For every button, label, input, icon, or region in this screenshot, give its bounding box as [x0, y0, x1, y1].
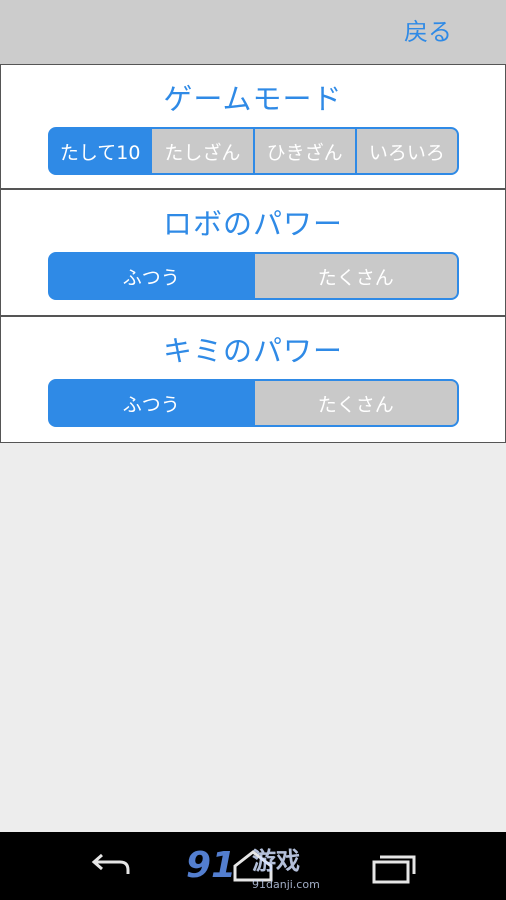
- player-power-option-lots[interactable]: たくさん: [252, 381, 457, 425]
- recent-apps-icon[interactable]: [366, 844, 422, 888]
- player-power-selector: ふつう たくさん: [48, 379, 459, 427]
- game-mode-option-iroiro[interactable]: いろいろ: [354, 129, 457, 173]
- player-power-panel: キミのパワー ふつう たくさん: [0, 316, 506, 443]
- back-button[interactable]: 戻る: [404, 14, 452, 50]
- game-mode-option-tashite10[interactable]: たして10: [50, 129, 151, 173]
- robot-power-selector: ふつう たくさん: [48, 252, 459, 300]
- game-mode-option-tashizan[interactable]: たしざん: [150, 129, 253, 173]
- player-power-title: キミのパワー: [162, 334, 343, 368]
- game-mode-option-hikizan[interactable]: ひきざん: [252, 129, 355, 173]
- robot-power-panel: ロボのパワー ふつう たくさん: [0, 189, 506, 316]
- system-navigation-bar: [0, 832, 506, 900]
- robot-power-option-normal[interactable]: ふつう: [50, 254, 253, 298]
- game-mode-panel: ゲームモード たして10 たしざん ひきざん いろいろ: [0, 64, 506, 189]
- player-power-option-normal[interactable]: ふつう: [50, 381, 253, 425]
- home-icon[interactable]: [225, 844, 281, 888]
- robot-power-title: ロボのパワー: [162, 207, 343, 241]
- top-bar: 戻る: [0, 0, 506, 64]
- game-mode-selector: たして10 たしざん ひきざん いろいろ: [48, 127, 459, 175]
- back-icon[interactable]: [84, 844, 140, 888]
- game-mode-title: ゲームモード: [163, 82, 343, 116]
- robot-power-option-lots[interactable]: たくさん: [252, 254, 457, 298]
